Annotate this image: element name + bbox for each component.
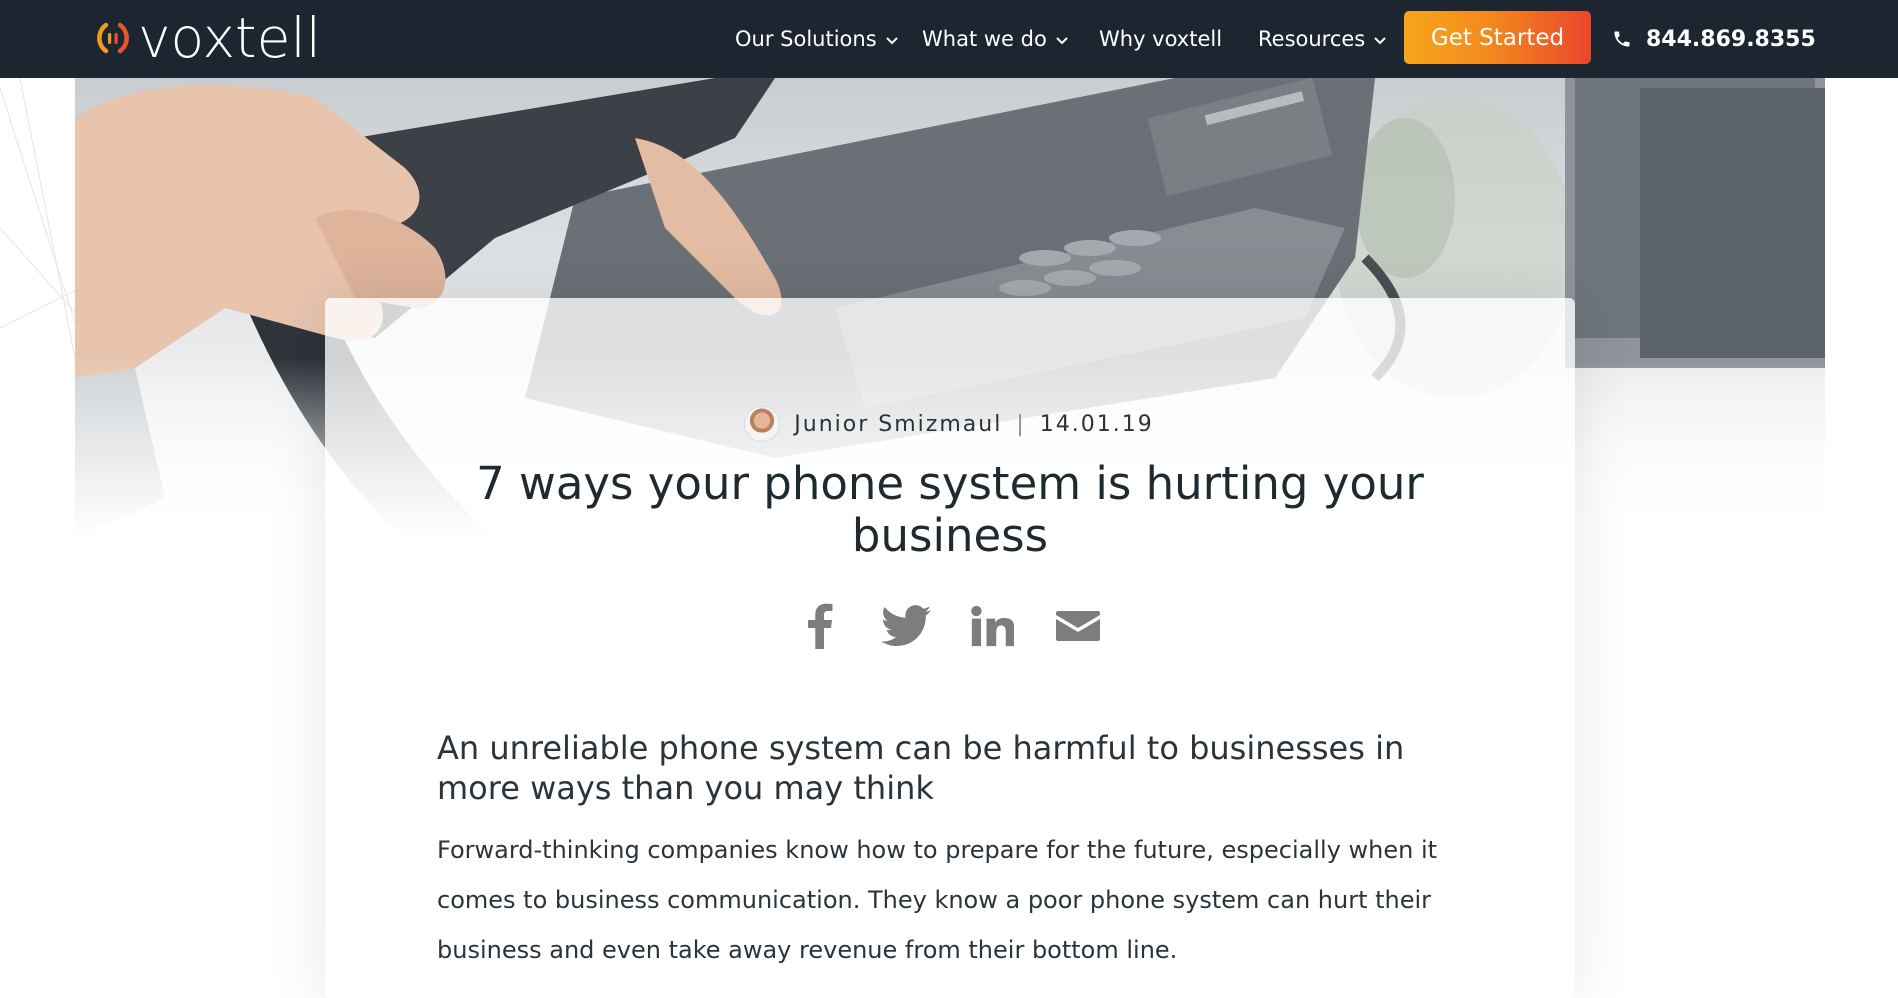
phone-link[interactable]: 844.869.8355 [1612,0,1816,78]
nav-our-solutions[interactable]: Our Solutions [735,0,899,78]
share-facebook-button[interactable] [777,598,863,654]
share-email-button[interactable] [1035,598,1121,654]
article-title: 7 ways your phone system is hurting your… [476,457,1424,562]
chevron-down-icon [1374,37,1386,45]
chevron-down-icon [1056,37,1068,45]
voxtell-signal-icon [97,22,129,54]
author-avatar[interactable] [744,406,781,442]
author-name[interactable]: Junior Smizmaul [794,412,1002,437]
nav-label: Resources [1258,27,1366,51]
nav-what-we-do[interactable]: What we do [922,0,1069,78]
email-icon [1056,611,1100,641]
top-navigation-bar: voxtell Our Solutions What we do Why vox… [0,0,1898,78]
facebook-icon [808,603,833,649]
share-linkedin-button[interactable] [949,598,1035,654]
nav-why-voxtell[interactable]: Why voxtell [1099,0,1222,78]
chevron-down-icon [885,37,898,45]
phone-number: 844.869.8355 [1646,26,1816,52]
twitter-icon [881,605,931,646]
nav-label: Why voxtell [1099,27,1223,51]
nav-resources[interactable]: Resources [1258,0,1387,78]
nav-label: What we do [922,27,1047,51]
decorative-lines [0,78,80,359]
get-started-button[interactable]: Get Started [1404,11,1591,64]
article-paragraph: Forward-thinking companies know how to p… [437,836,1438,964]
linkedin-icon [971,605,1014,647]
voxtell-logo[interactable]: voxtell [92,8,321,68]
nav-label: Our Solutions [735,27,877,51]
publish-date: 14.01.19 [1039,411,1154,437]
article-byline: Junior Smizmaul | 14.01.19 [0,406,1898,442]
brand-name: voxtell [138,6,322,70]
share-twitter-button[interactable] [863,598,949,654]
phone-icon [1614,31,1630,47]
byline-separator: | [1016,411,1026,437]
share-buttons [0,598,1898,654]
article-subheading: An unreliable phone system can be harmfu… [437,729,1405,807]
